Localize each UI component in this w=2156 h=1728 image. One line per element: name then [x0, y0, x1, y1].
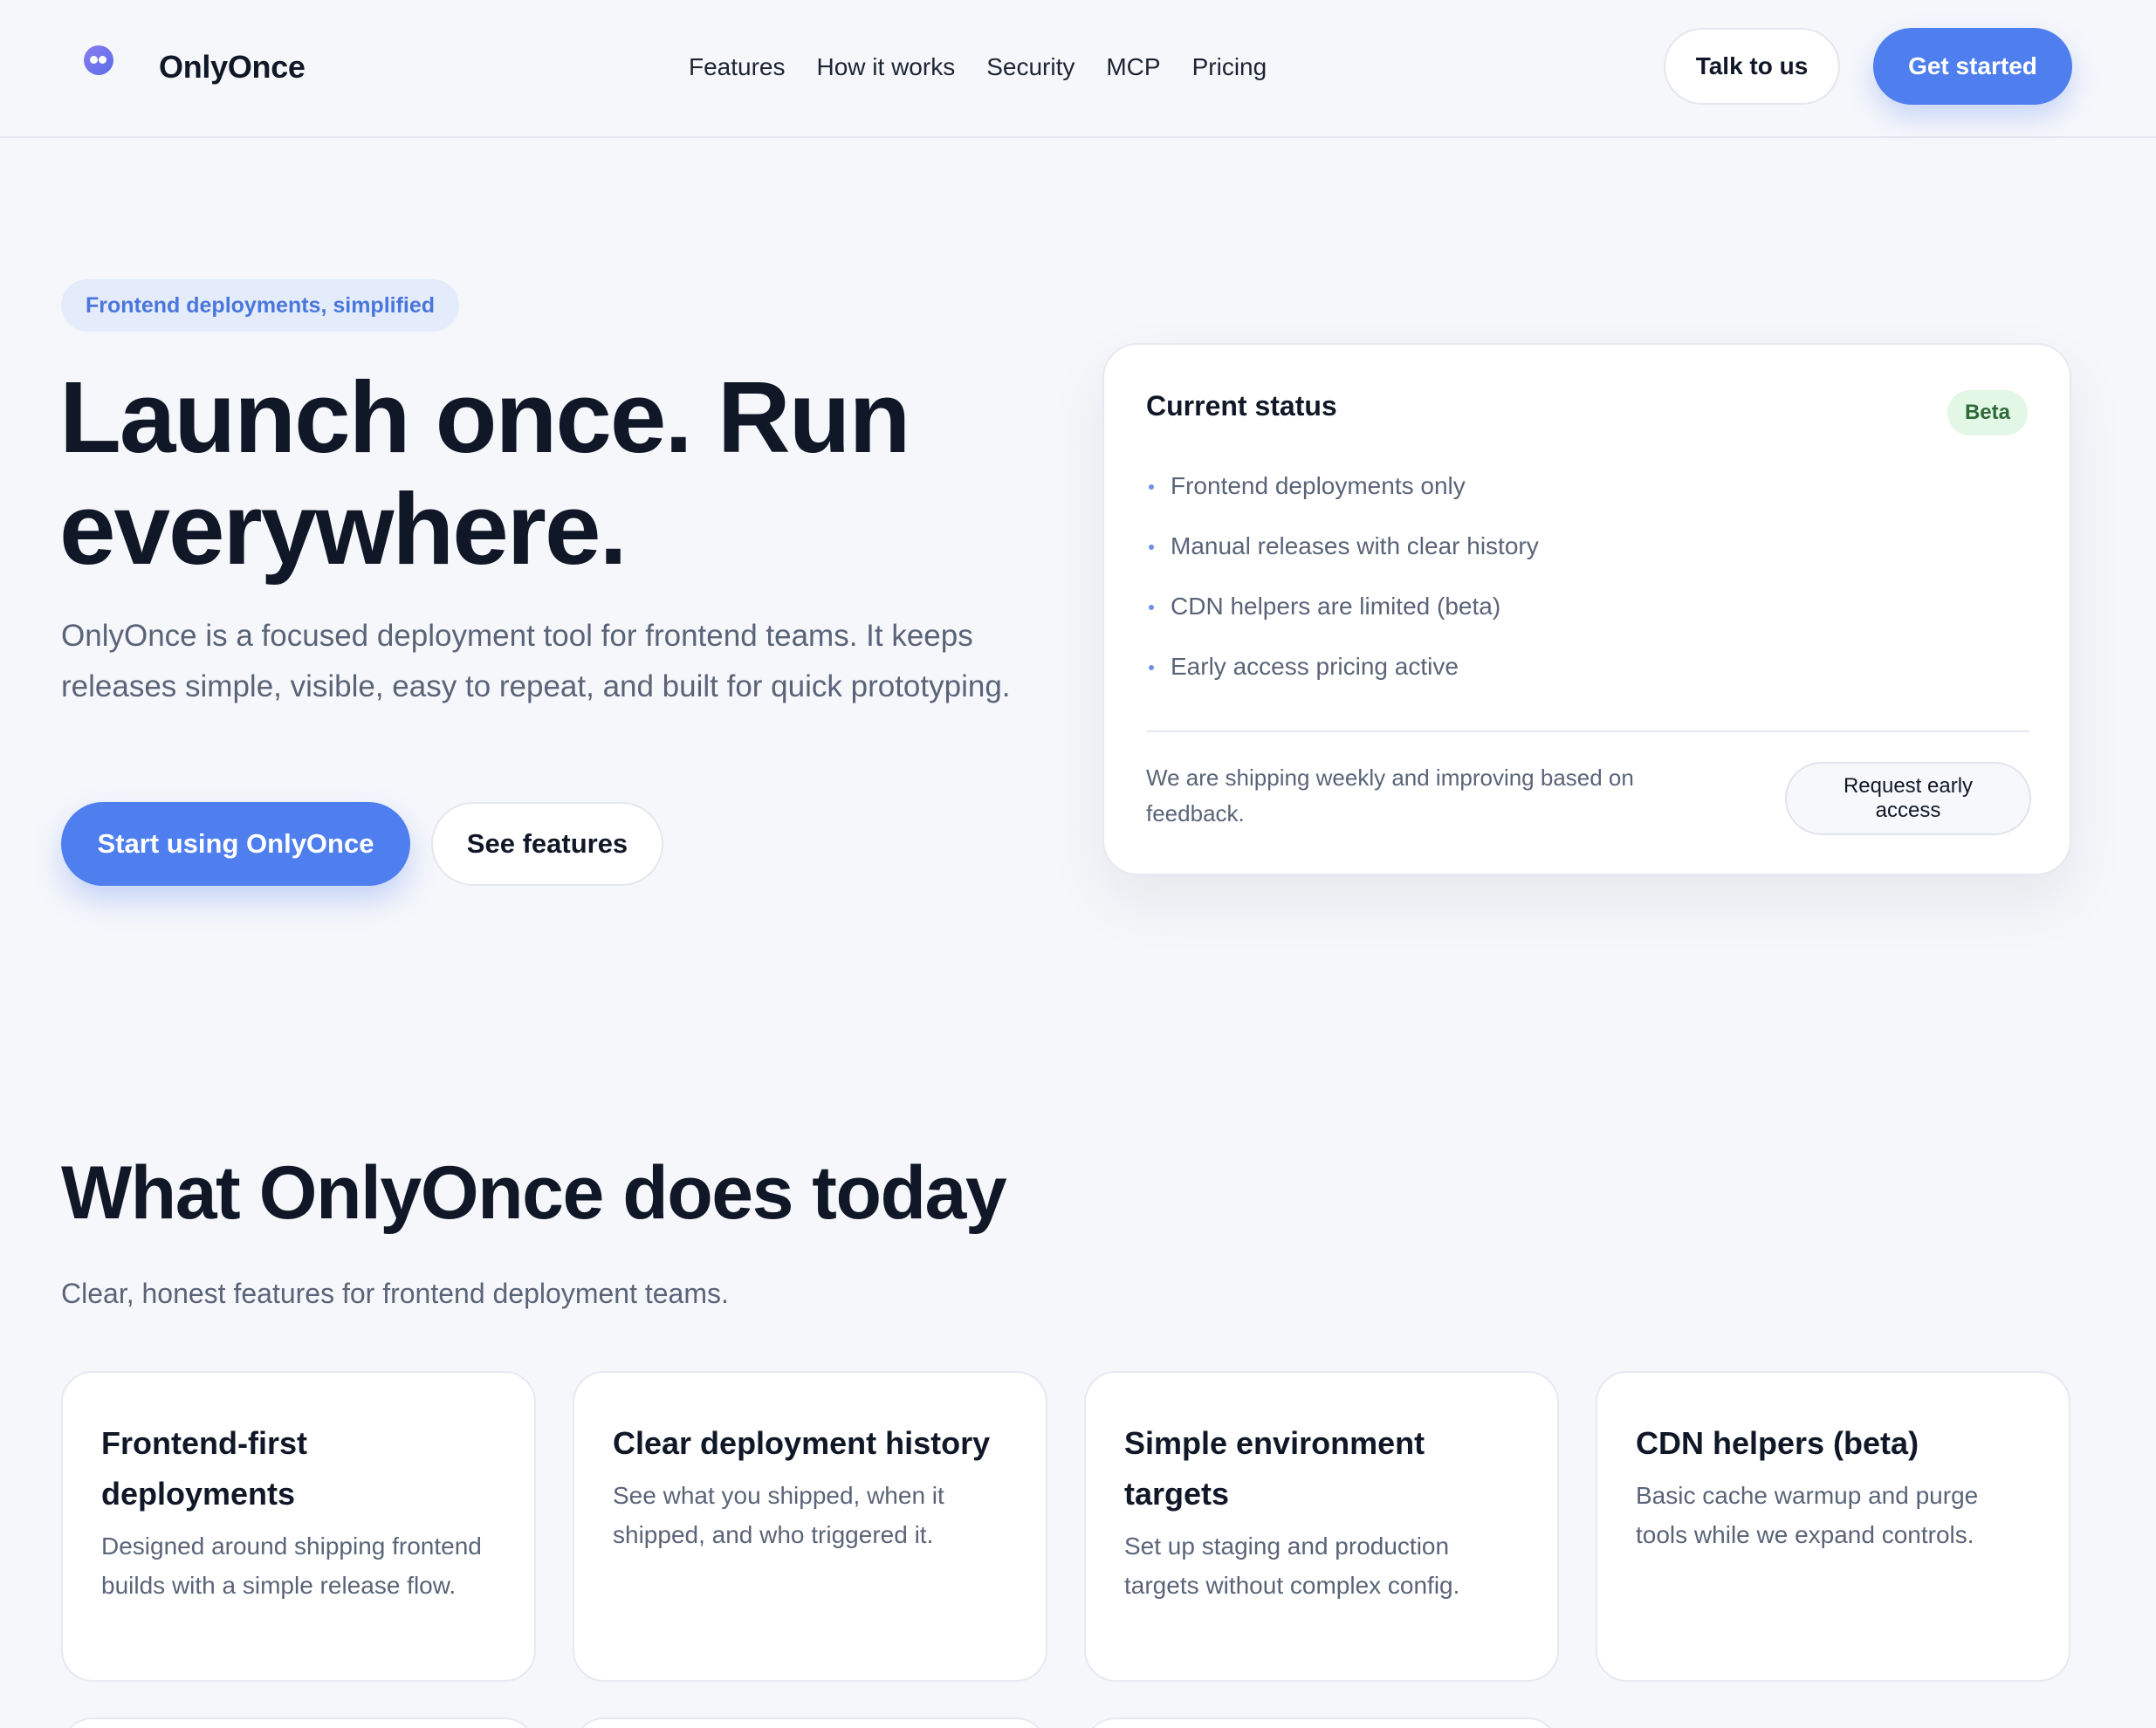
see-features-button[interactable]: See features — [431, 802, 663, 886]
hero-subtitle: OnlyOnce is a focused deployment tool fo… — [61, 619, 1011, 703]
status-item: Manual releases with clear history — [1146, 529, 1539, 589]
request-early-access-button[interactable]: Request early access — [1785, 762, 2031, 835]
features-section-subtitle: Clear, honest features for frontend depl… — [61, 1278, 729, 1309]
logo[interactable] — [84, 45, 113, 75]
feature-card-next — [1084, 1718, 1559, 1728]
status-card: Current status Beta Frontend deployments… — [1102, 343, 2071, 875]
nav-security[interactable]: Security — [986, 45, 1075, 89]
features-section-title: What OnlyOnce does today — [61, 1151, 1007, 1235]
status-divider — [1146, 730, 2029, 732]
status-item: Early access pricing active — [1146, 649, 1539, 710]
feature-card-body: Designed around shipping frontend builds… — [101, 1533, 482, 1599]
feature-card-body: Basic cache warmup and purge tools while… — [1636, 1482, 1979, 1548]
nav-how-it-works[interactable]: How it works — [817, 45, 956, 89]
status-item: CDN helpers are limited (beta) — [1146, 589, 1539, 649]
feature-card-title: Simple environment targets — [1124, 1425, 1425, 1512]
feature-card-title: Clear deployment history — [613, 1425, 991, 1461]
get-started-button[interactable]: Get started — [1873, 28, 2072, 105]
beta-badge: Beta — [1947, 390, 2028, 435]
feature-card-environment-targets: Simple environment targets Set up stagin… — [1084, 1371, 1559, 1682]
nav-pricing[interactable]: Pricing — [1192, 45, 1267, 89]
status-list: Frontend deployments only Manual release… — [1146, 469, 1539, 710]
feature-card-title: CDN helpers (beta) — [1636, 1425, 1919, 1461]
talk-to-us-button[interactable]: Talk to us — [1664, 28, 1840, 105]
feature-card-next — [573, 1718, 1047, 1728]
feature-card-body: See what you shipped, when it shipped, a… — [613, 1482, 944, 1548]
feature-card-title: Frontend-first deployments — [101, 1425, 307, 1512]
feature-card-next — [61, 1718, 536, 1728]
brand-name[interactable]: OnlyOnce — [159, 45, 306, 89]
feature-card-body: Set up staging and production targets wi… — [1124, 1533, 1460, 1599]
feature-card-deployment-history: Clear deployment history See what you sh… — [573, 1371, 1047, 1682]
main-nav: Features How it works Security MCP Prici… — [689, 45, 1267, 89]
status-note: We are shipping weekly and improving bas… — [1146, 765, 1634, 826]
status-title: Current status — [1146, 390, 1337, 422]
status-item: Frontend deployments only — [1146, 469, 1539, 529]
feature-card-frontend-first: Frontend-first deployments Designed arou… — [61, 1371, 536, 1682]
onlyonce-logo-icon — [84, 45, 113, 75]
site-header: OnlyOnce Features How it works Security … — [0, 0, 2156, 138]
nav-features[interactable]: Features — [689, 45, 786, 89]
hero-title: Launch once. Run everywhere. — [59, 360, 910, 586]
start-using-button[interactable]: Start using OnlyOnce — [61, 802, 410, 886]
hero-tagline-pill: Frontend deployments, simplified — [61, 279, 460, 332]
feature-card-cdn-helpers: CDN helpers (beta) Basic cache warmup an… — [1596, 1371, 2070, 1682]
nav-mcp[interactable]: MCP — [1106, 45, 1160, 89]
